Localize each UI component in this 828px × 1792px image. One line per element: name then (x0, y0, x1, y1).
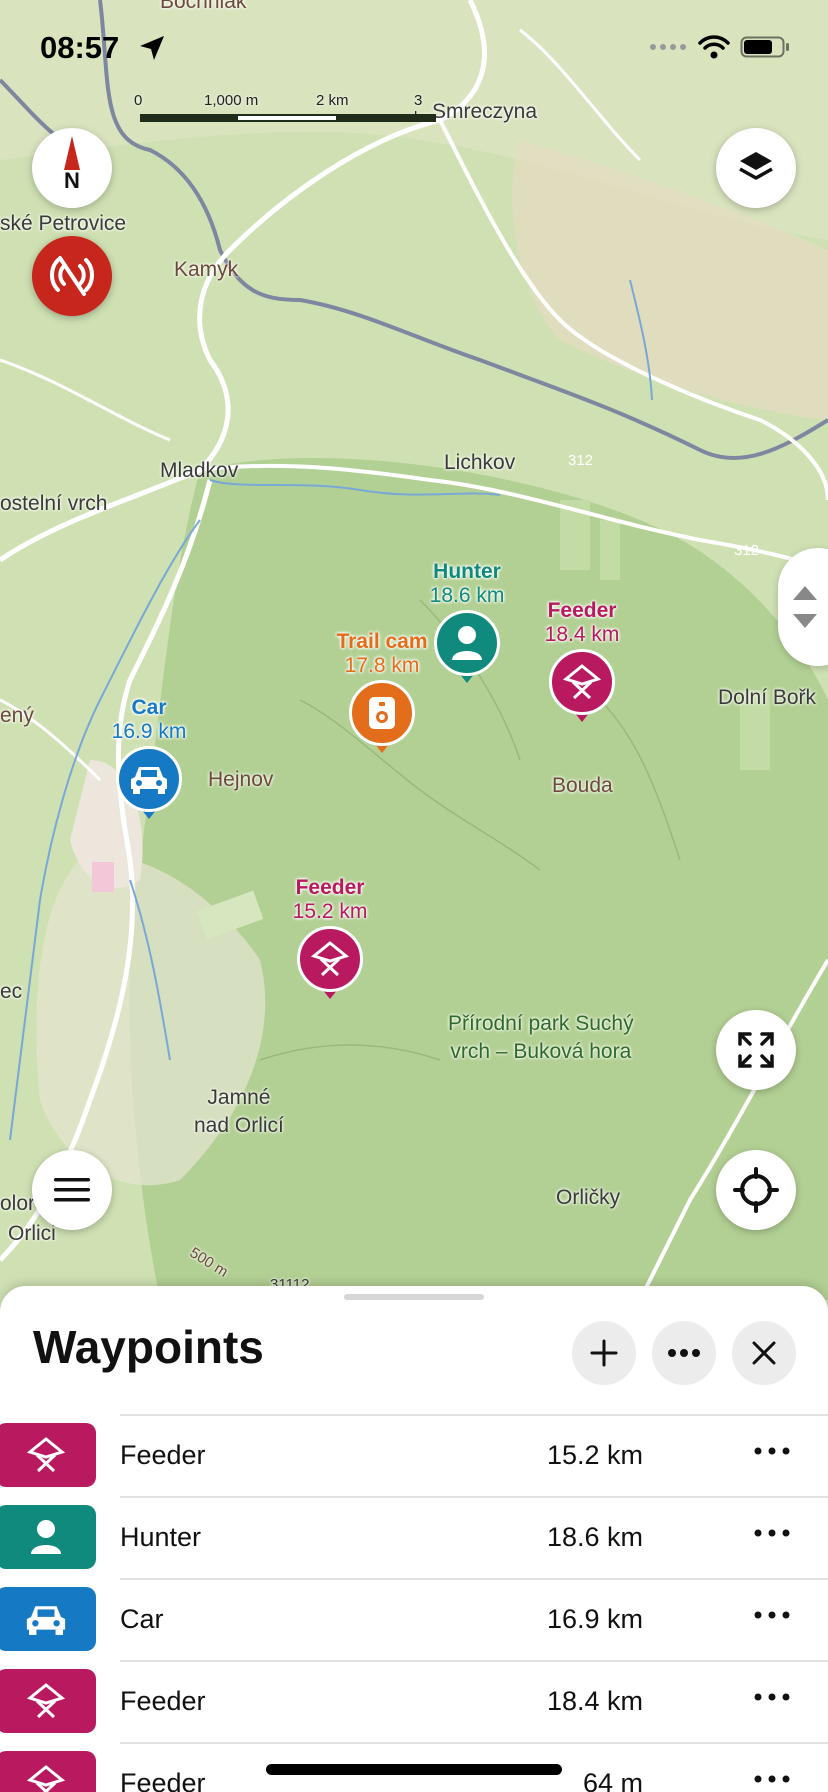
map-label-road-312: 312 (734, 542, 760, 559)
location-arrow-icon (140, 36, 164, 60)
wifi-icon (698, 35, 730, 59)
row-more-icon[interactable] (752, 1600, 792, 1630)
map-label-hejnov: Hejnov (208, 768, 274, 791)
waypoint-row[interactable]: Car 16.9 km (0, 1578, 828, 1660)
map-label-orlicky: Orličky (556, 1186, 621, 1209)
map-marker-trail-cam[interactable]: Trail cam 17.8 km (322, 630, 442, 753)
crosshair-icon (733, 1167, 779, 1213)
marker-distance: 15.2 km (292, 900, 368, 923)
hamburger-icon (54, 1178, 90, 1202)
hunter-icon (0, 1505, 96, 1569)
status-time: 08:57 (40, 30, 120, 65)
row-more-icon[interactable] (752, 1764, 792, 1792)
map-view[interactable]: Bochniak Smreczyna ské Petrovice Kamyk M… (0, 0, 828, 1300)
layers-icon (739, 152, 773, 180)
ellipsis-icon (668, 1349, 700, 1357)
status-indicators (648, 34, 792, 60)
more-options-button[interactable] (652, 1321, 716, 1385)
waypoint-name: Feeder (120, 1686, 206, 1716)
layers-button[interactable] (716, 128, 796, 208)
battery-icon (740, 36, 789, 58)
map-marker-feeder[interactable]: Feeder 15.2 km (270, 876, 390, 999)
locate-me-button[interactable] (716, 1150, 796, 1230)
compass-label: N (64, 168, 80, 193)
map-scale-bar: 0 1,000 m 2 km 3 km (134, 92, 436, 126)
map-label-park: Přírodní park Suchý vrch – Buková hora (448, 1012, 634, 1063)
feeder-icon (0, 1669, 96, 1733)
marker-distance: 18.6 km (429, 584, 505, 607)
waypoint-name: Hunter (120, 1522, 202, 1552)
marker-distance: 18.4 km (544, 623, 620, 646)
scale-label: 2 km (316, 92, 349, 109)
map-label-mladkov: Mladkov (160, 459, 239, 482)
map-marker-car[interactable]: Car 16.9 km (89, 696, 209, 819)
waypoint-distance: 18.6 km (546, 1522, 643, 1552)
menu-button[interactable] (32, 1150, 112, 1230)
row-more-icon[interactable] (752, 1436, 792, 1466)
scale-label: 0 (134, 92, 143, 109)
marker-name: Car (131, 696, 167, 719)
sheet-grabber[interactable] (344, 1294, 484, 1300)
close-button[interactable] (732, 1321, 796, 1385)
map-label-lichkov: Lichkov (444, 451, 516, 474)
marker-distance: 17.8 km (344, 654, 420, 677)
map-label-eny: ený (0, 704, 34, 727)
plus-icon (590, 1339, 618, 1367)
home-indicator[interactable] (266, 1764, 562, 1775)
marker-name: Feeder (547, 599, 617, 622)
feeder-icon (0, 1751, 96, 1792)
map-label-bouda: Bouda (552, 774, 613, 797)
feeder-icon (297, 926, 363, 992)
map-tilt-handle[interactable] (778, 548, 828, 666)
marker-name: Hunter (433, 560, 501, 583)
feeder-icon (0, 1423, 96, 1487)
waypoint-name: Feeder (120, 1440, 206, 1470)
row-more-icon[interactable] (752, 1682, 792, 1712)
close-icon (752, 1341, 776, 1365)
waypoint-distance: 16.9 km (546, 1604, 643, 1634)
camera-icon (349, 680, 415, 746)
car-icon (116, 746, 182, 812)
waypoint-row[interactable]: Hunter 18.6 km (0, 1496, 828, 1578)
expand-icon (738, 1032, 774, 1068)
map-label-kostelni: ostelní vrch (0, 492, 108, 515)
map-label-road-312: 312 (568, 452, 594, 469)
waypoint-name: Car (120, 1604, 164, 1634)
waypoint-row[interactable]: Feeder 18.4 km (0, 1660, 828, 1742)
map-label-bochniak: Bochniak (160, 0, 247, 13)
map-label-ec: ec (0, 980, 23, 1003)
signal-icon (650, 44, 686, 50)
marker-name: Feeder (295, 876, 365, 899)
waypoint-distance: 15.2 km (546, 1440, 643, 1470)
waypoint-distance: 64 m (582, 1768, 643, 1792)
fullscreen-button[interactable] (716, 1010, 796, 1090)
waypoint-row[interactable]: Feeder 15.2 km (0, 1414, 828, 1496)
map-label-dolni-borik: Dolní Bořk (718, 686, 817, 709)
signal-off-icon (50, 256, 94, 296)
waypoint-list: Feeder 15.2 km Hunter 18.6 km Car 16.9 k… (0, 1414, 828, 1792)
gps-off-button[interactable] (32, 236, 112, 316)
waypoint-name: Feeder (120, 1768, 206, 1792)
scale-label: 1,000 m (204, 92, 259, 109)
marker-name: Trail cam (336, 630, 428, 653)
row-more-icon[interactable] (752, 1518, 792, 1548)
marker-distance: 16.9 km (111, 720, 187, 743)
map-label-orlici: Orlici (8, 1222, 56, 1245)
sheet-title: Waypoints (33, 1321, 264, 1373)
map-label-smreczyna: Smreczyna (432, 100, 538, 123)
hunter-icon (434, 610, 500, 676)
feeder-icon (549, 649, 615, 715)
map-label-jamne: Jamné nad Orlicí (194, 1086, 284, 1137)
map-label-olor: olor (0, 1192, 36, 1215)
waypoint-distance: 18.4 km (546, 1686, 643, 1716)
add-waypoint-button[interactable] (572, 1321, 636, 1385)
waypoints-sheet[interactable]: Waypoints Feeder 15.2 km Hunter 18.6 km (0, 1286, 828, 1792)
car-icon (0, 1587, 96, 1651)
map-label-petrovice: ské Petrovice (0, 212, 127, 235)
map-marker-feeder[interactable]: Feeder 18.4 km (522, 599, 642, 722)
map-label-kamyk: Kamyk (174, 258, 239, 281)
chevron-up-down-icon (793, 586, 817, 628)
compass-button[interactable]: N (32, 128, 112, 208)
